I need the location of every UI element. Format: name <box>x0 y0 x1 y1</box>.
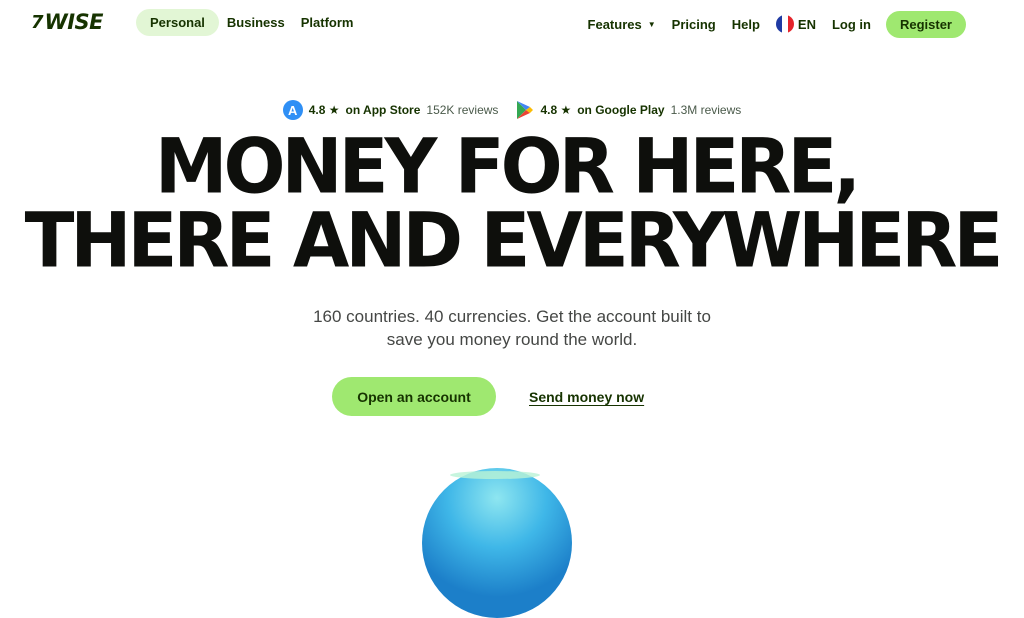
nav-personal[interactable]: Personal <box>136 9 219 36</box>
hero-subtitle: 160 countries. 40 currencies. Get the ac… <box>0 305 1024 351</box>
rating-value: 4.8 ★ <box>540 103 572 117</box>
app-store-icon: A <box>282 100 303 120</box>
nav-features-label: Features <box>587 16 642 32</box>
wise-flag-icon: 7 <box>31 11 43 33</box>
nav-business[interactable]: Business <box>219 9 293 36</box>
wise-logo[interactable]: 7 WISE <box>31 10 103 34</box>
rating-reviews: 152K reviews <box>426 103 499 117</box>
rating-value: 4.8 ★ <box>308 103 340 117</box>
rating-store: on App Store <box>345 103 421 117</box>
globe-highlight <box>450 471 540 479</box>
rating-store: on Google Play <box>577 103 665 117</box>
nav-help[interactable]: Help <box>725 11 767 38</box>
rating-reviews: 1.3M reviews <box>670 103 742 117</box>
hero-subtitle-line-1: 160 countries. 40 currencies. Get the ac… <box>313 307 711 326</box>
language-selector[interactable]: EN <box>769 9 823 39</box>
hero-heading-line-2: THERE AND EVERYWHERE <box>24 196 1004 286</box>
nav-features[interactable]: Features ▼ <box>581 11 663 38</box>
send-money-link[interactable]: Send money now <box>529 389 644 405</box>
nav-pricing[interactable]: Pricing <box>665 11 723 38</box>
language-label: EN <box>797 16 816 32</box>
chevron-down-icon: ▼ <box>647 19 656 29</box>
france-flag-icon <box>775 15 794 33</box>
app-store-rating[interactable]: A 4.8 ★ on App Store 152K reviews <box>282 100 499 120</box>
globe-illustration <box>422 468 572 618</box>
hero-subtitle-line-2: save you money round the world. <box>386 330 638 349</box>
ratings-bar: A 4.8 ★ on App Store 152K reviews 4.8 ★ … <box>0 100 1024 120</box>
secondary-nav: Features ▼ Pricing Help EN Log in Regist… <box>581 9 966 39</box>
google-play-rating[interactable]: 4.8 ★ on Google Play 1.3M reviews <box>516 100 741 120</box>
primary-nav: Personal Business Platform <box>136 9 361 36</box>
register-button[interactable]: Register <box>885 10 966 38</box>
cta-row: Open an account Send money now <box>332 377 644 416</box>
nav-platform[interactable]: Platform <box>293 9 362 36</box>
open-account-button[interactable]: Open an account <box>332 377 496 416</box>
wise-wordmark: WISE <box>44 10 104 34</box>
hero-heading-line-1: MONEY FOR HERE, <box>154 122 861 212</box>
login-link[interactable]: Log in <box>825 11 878 38</box>
google-play-icon <box>517 101 534 119</box>
hero-heading: MONEY FOR HERE, THERE AND EVERYWHERE <box>0 122 1024 286</box>
